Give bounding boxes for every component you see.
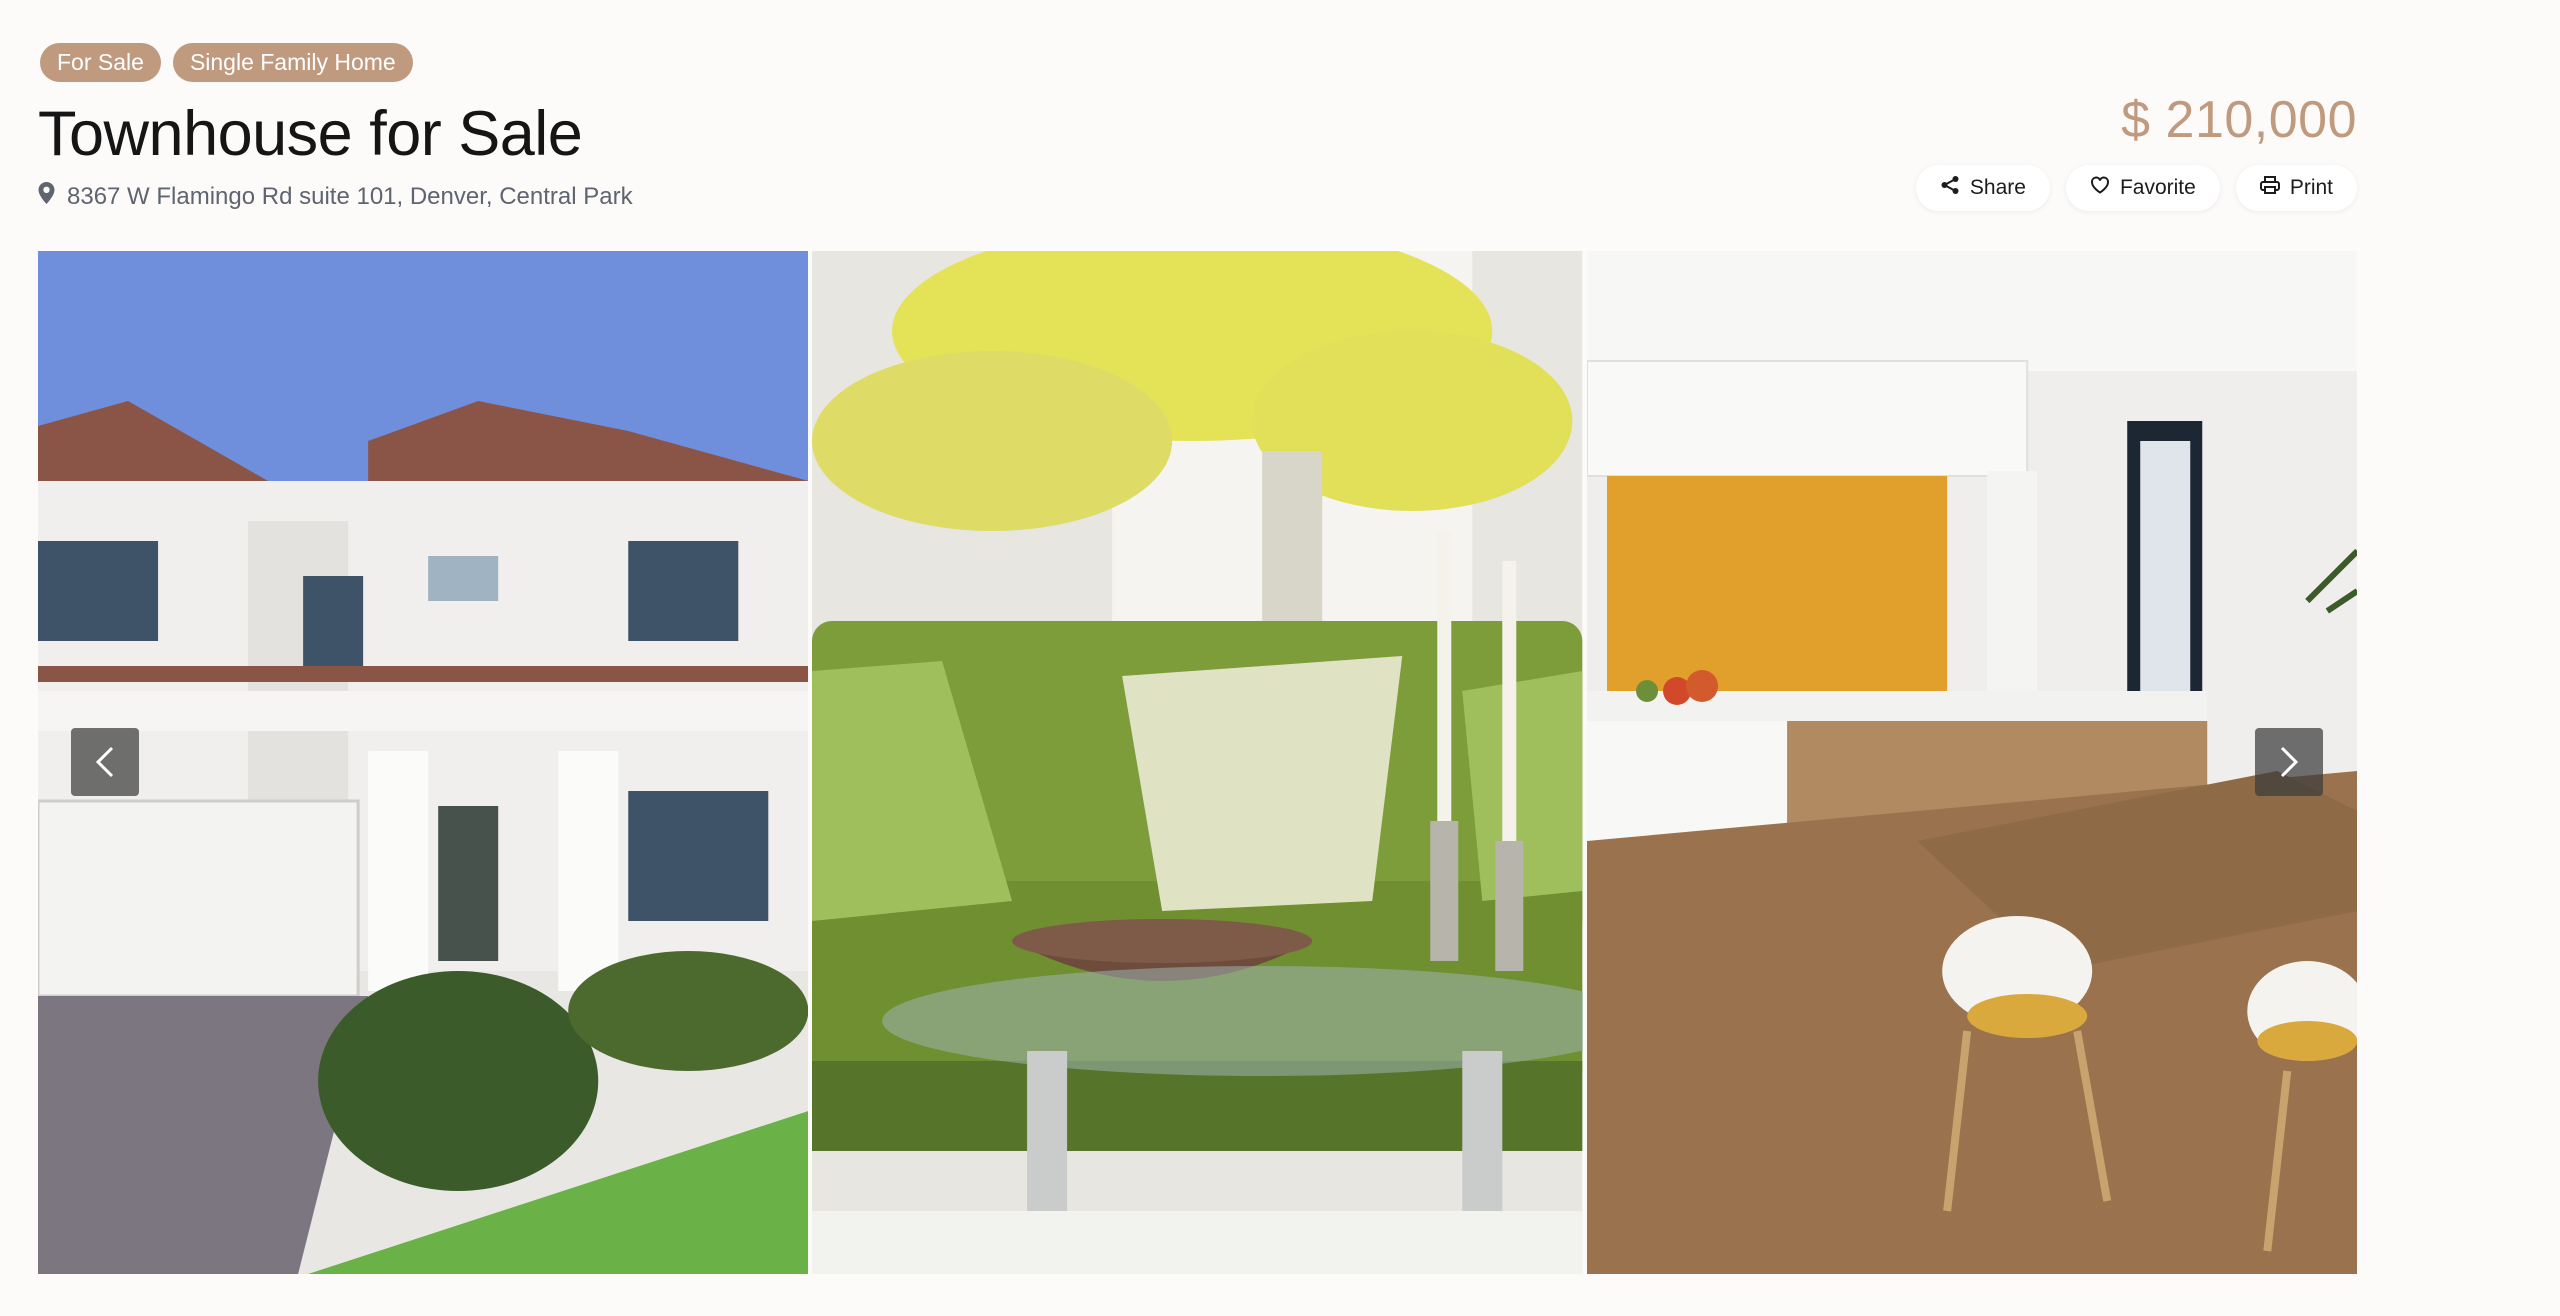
gallery-next-button[interactable] [2255, 728, 2323, 796]
listing-actions: Share Favorite Print [1915, 165, 2357, 211]
kitchen-photo [1586, 251, 2357, 1274]
share-icon [1940, 175, 1960, 201]
listing-title: Townhouse for Sale [38, 99, 583, 169]
house-exterior-photo [38, 251, 809, 1274]
photo-gallery[interactable] [38, 251, 2357, 1274]
listing-price: $ 210,000 [2121, 91, 2357, 149]
share-label: Share [1969, 176, 2026, 199]
listing-badges: For Sale Single Family Home [40, 43, 413, 82]
share-button[interactable]: Share [1915, 165, 2050, 211]
favorite-label: Favorite [2119, 176, 2196, 199]
address-text: 8367 W Flamingo Rd suite 101, Denver, Ce… [67, 182, 633, 210]
print-button[interactable]: Print [2235, 165, 2357, 211]
gallery-slide-living-room[interactable] [812, 251, 1583, 1274]
living-room-photo [812, 251, 1583, 1274]
gallery-slide-house-exterior[interactable] [38, 251, 809, 1274]
chevron-right-icon [2280, 746, 2299, 778]
map-pin-icon [38, 182, 55, 211]
heart-icon [2090, 175, 2110, 201]
listing-address: 8367 W Flamingo Rd suite 101, Denver, Ce… [38, 182, 633, 211]
gallery-prev-button[interactable] [71, 728, 139, 796]
status-badge[interactable]: For Sale [40, 43, 161, 82]
printer-icon [2259, 175, 2280, 201]
print-label: Print [2289, 176, 2333, 199]
favorite-button[interactable]: Favorite [2065, 165, 2220, 211]
chevron-left-icon [95, 746, 114, 778]
type-badge[interactable]: Single Family Home [172, 43, 413, 82]
gallery-slide-kitchen[interactable] [1586, 251, 2357, 1274]
